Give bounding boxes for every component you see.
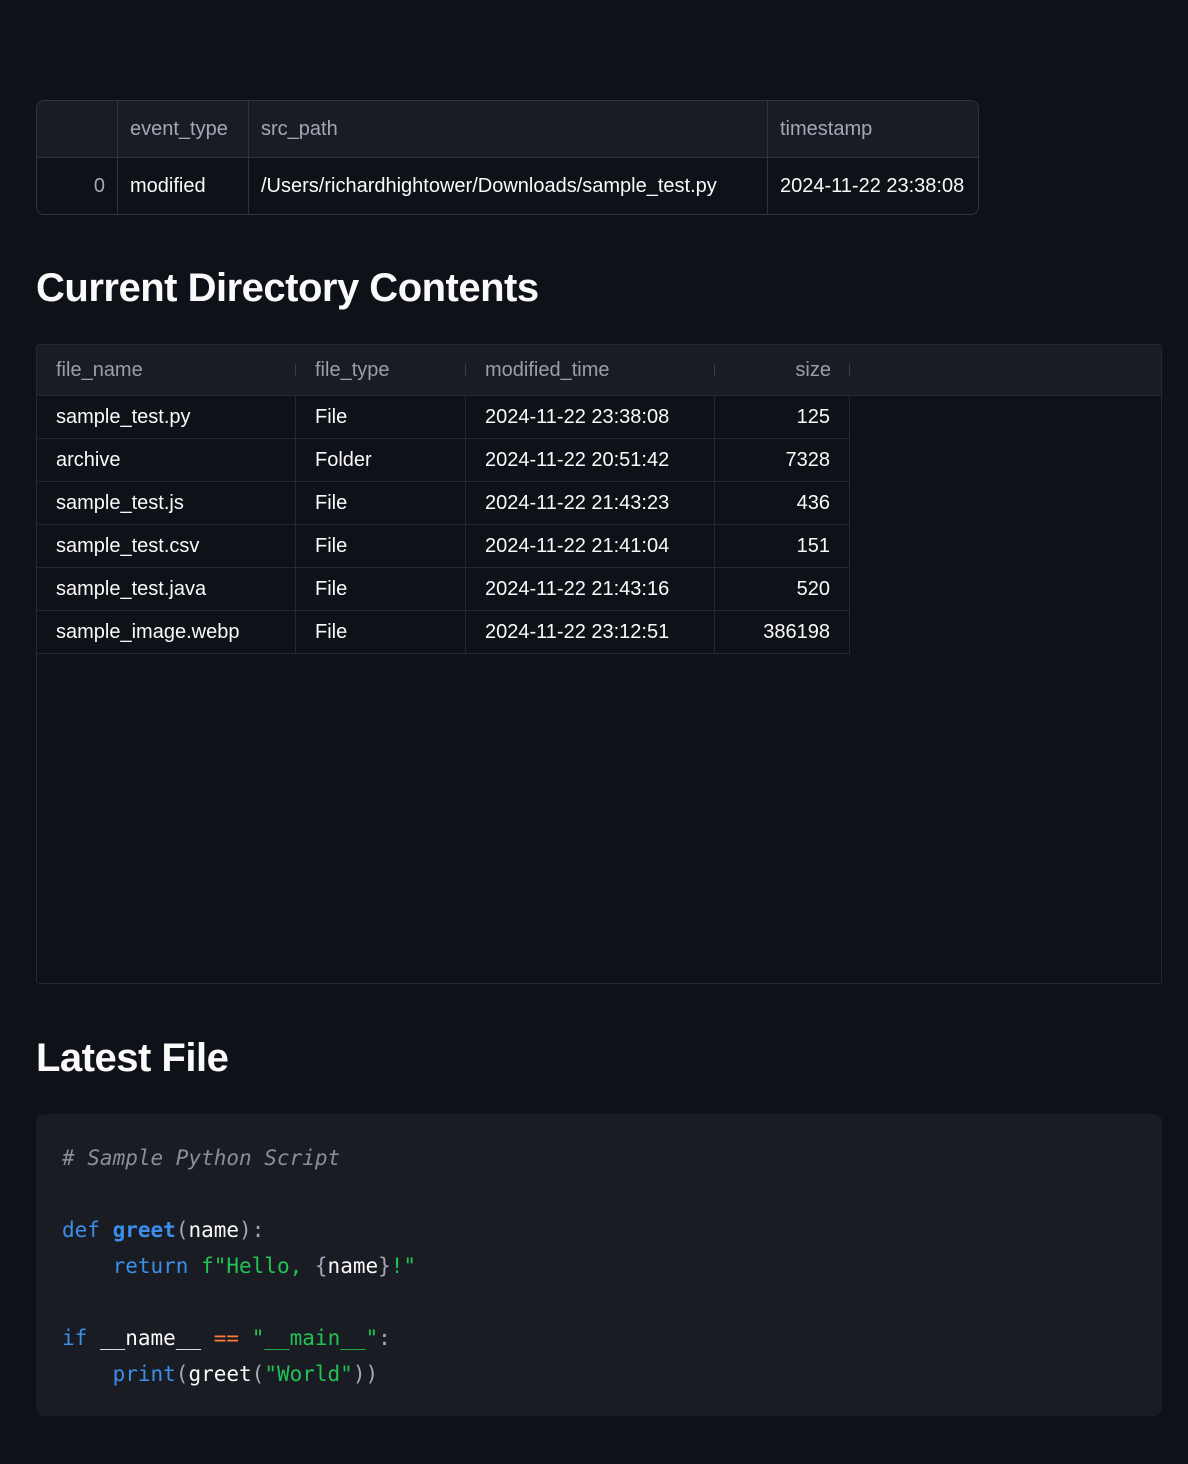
cell-file-name[interactable]: sample_image.webp xyxy=(37,611,296,654)
code-keyword-if: if xyxy=(62,1326,88,1350)
cell-size[interactable]: 520 xyxy=(715,568,850,611)
directory-header-size[interactable]: size xyxy=(715,345,850,395)
cell-file-type[interactable]: File xyxy=(296,611,466,654)
events-row-index: 0 xyxy=(37,158,118,214)
table-row: sample_test.py File 2024-11-22 23:38:08 … xyxy=(37,396,1161,439)
cell-size[interactable]: 151 xyxy=(715,525,850,568)
events-header-row: event_type src_path timestamp xyxy=(37,101,978,158)
code-line: # Sample Python Script xyxy=(62,1140,1136,1176)
cell-file-name[interactable]: archive xyxy=(37,439,296,482)
code-comment: # Sample Python Script xyxy=(62,1146,341,1170)
cell-file-name[interactable]: sample_test.py xyxy=(37,396,296,439)
directory-header-file-name[interactable]: file_name xyxy=(37,345,296,395)
code-line: return f"Hello, {name}!" xyxy=(62,1248,1136,1284)
code-keyword-return: return xyxy=(112,1254,189,1278)
cell-modified-time[interactable]: 2024-11-22 21:43:16 xyxy=(466,568,715,611)
cell-size[interactable]: 436 xyxy=(715,482,850,525)
latest-file-heading: Latest File xyxy=(36,1036,229,1080)
directory-header-row: file_name file_type modified_time size xyxy=(37,345,1161,396)
code-builtin-print: print xyxy=(112,1362,176,1386)
code-brace-close: } xyxy=(378,1254,391,1278)
cell-size[interactable]: 7328 xyxy=(715,439,850,482)
cell-file-name[interactable]: sample_test.js xyxy=(37,482,296,525)
code-line: print(greet("World")) xyxy=(112,1362,379,1386)
cell-file-name[interactable]: sample_test.csv xyxy=(37,525,296,568)
table-row: archive Folder 2024-11-22 20:51:42 7328 xyxy=(37,439,1161,482)
code-string-world: "World" xyxy=(264,1362,353,1386)
events-row-src-path: /Users/richardhightower/Downloads/sample… xyxy=(249,158,768,214)
code-param: name xyxy=(188,1218,240,1242)
cell-file-type[interactable]: File xyxy=(296,525,466,568)
events-header-event-type[interactable]: event_type xyxy=(118,101,249,158)
cell-modified-time[interactable]: 2024-11-22 20:51:42 xyxy=(466,439,715,482)
directory-data-grid[interactable]: file_name file_type modified_time size s… xyxy=(36,344,1162,984)
table-row: sample_image.webp File 2024-11-22 23:12:… xyxy=(37,611,1161,654)
code-dunder-name: __name__ xyxy=(99,1326,202,1350)
events-header-index[interactable] xyxy=(37,101,118,158)
code-line: def greet(name): xyxy=(62,1218,265,1242)
code-fstring-var: name xyxy=(327,1254,379,1278)
code-keyword-def: def xyxy=(62,1218,100,1242)
directory-header-modified-time[interactable]: modified_time xyxy=(466,345,715,395)
code-brace-open: { xyxy=(314,1254,328,1278)
code-operator-eq: == xyxy=(213,1326,240,1350)
code-fstring-start: f"Hello, xyxy=(201,1254,315,1278)
code-call-greet: greet xyxy=(188,1362,252,1386)
events-row-timestamp: 2024-11-22 23:38:08 xyxy=(768,158,978,214)
events-row-event-type: modified xyxy=(118,158,249,214)
cell-file-type[interactable]: Folder xyxy=(296,439,466,482)
directory-heading: Current Directory Contents xyxy=(36,266,539,310)
events-table: event_type src_path timestamp 0 modified… xyxy=(36,100,979,215)
cell-modified-time[interactable]: 2024-11-22 23:12:51 xyxy=(466,611,715,654)
cell-file-type[interactable]: File xyxy=(296,482,466,525)
cell-modified-time[interactable]: 2024-11-22 23:38:08 xyxy=(466,396,715,439)
directory-header-file-type[interactable]: file_type xyxy=(296,345,466,395)
cell-file-type[interactable]: File xyxy=(296,396,466,439)
table-row: sample_test.js File 2024-11-22 21:43:23 … xyxy=(37,482,1161,525)
events-row: 0 modified /Users/richardhightower/Downl… xyxy=(37,158,978,214)
code-function-name: greet xyxy=(112,1218,176,1242)
code-block[interactable]: # Sample Python Script def greet(name): … xyxy=(36,1114,1162,1416)
table-row: sample_test.csv File 2024-11-22 21:41:04… xyxy=(37,525,1161,568)
cell-size[interactable]: 125 xyxy=(715,396,850,439)
cell-file-type[interactable]: File xyxy=(296,568,466,611)
app-page: event_type src_path timestamp 0 modified… xyxy=(0,0,1188,1464)
code-line: if __name__ == "__main__": xyxy=(62,1326,391,1350)
cell-size[interactable]: 386198 xyxy=(715,611,850,654)
table-row: sample_test.java File 2024-11-22 21:43:1… xyxy=(37,568,1161,611)
cell-modified-time[interactable]: 2024-11-22 21:41:04 xyxy=(466,525,715,568)
events-header-src-path[interactable]: src_path xyxy=(249,101,768,158)
code-string-main: "__main__" xyxy=(251,1326,379,1350)
cell-modified-time[interactable]: 2024-11-22 21:43:23 xyxy=(466,482,715,525)
code-fstring-end: !" xyxy=(390,1254,417,1278)
cell-file-name[interactable]: sample_test.java xyxy=(37,568,296,611)
events-header-timestamp[interactable]: timestamp xyxy=(768,101,978,158)
